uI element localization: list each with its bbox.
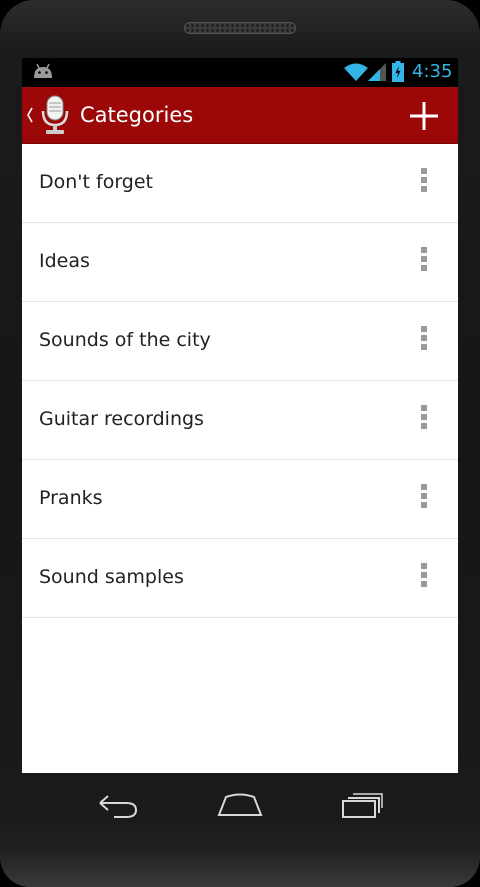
list-item[interactable]: Ideas: [22, 223, 458, 302]
list-item-label: Don't forget: [39, 171, 153, 193]
up-caret-icon[interactable]: [26, 106, 34, 124]
list-item-label: Ideas: [39, 250, 90, 272]
recent-apps-icon[interactable]: [340, 791, 384, 819]
list-item-label: Sound samples: [39, 566, 184, 588]
overflow-menu-icon[interactable]: [418, 561, 430, 595]
wifi-icon: [344, 63, 368, 81]
list-item-label: Sounds of the city: [39, 329, 211, 351]
phone-frame: 4:35 Categories Don't forget Ideas Sound…: [0, 0, 480, 887]
screen: 4:35 Categories Don't forget Ideas Sound…: [22, 58, 458, 773]
status-clock: 4:35: [412, 61, 453, 82]
navigation-bar: [0, 773, 480, 843]
list-item-label: Guitar recordings: [39, 408, 204, 430]
back-icon[interactable]: [96, 791, 140, 821]
category-list: Don't forget Ideas Sounds of the city Gu…: [22, 144, 458, 773]
signal-icon: [368, 63, 386, 81]
phone-bottom-edge: [0, 847, 480, 887]
plus-icon[interactable]: [402, 95, 446, 137]
action-bar: Categories: [22, 87, 458, 144]
home-icon[interactable]: [216, 791, 264, 819]
list-item[interactable]: Don't forget: [22, 144, 458, 223]
overflow-menu-icon[interactable]: [418, 482, 430, 516]
list-item[interactable]: Sound samples: [22, 539, 458, 618]
overflow-menu-icon[interactable]: [418, 166, 430, 200]
list-item[interactable]: Sounds of the city: [22, 302, 458, 381]
status-bar: 4:35: [22, 58, 458, 87]
overflow-menu-icon[interactable]: [418, 245, 430, 279]
battery-icon: [392, 61, 404, 82]
microphone-icon[interactable]: [40, 95, 70, 135]
list-item[interactable]: Pranks: [22, 460, 458, 539]
speaker-grille: [184, 22, 296, 34]
overflow-menu-icon[interactable]: [418, 324, 430, 358]
page-title: Categories: [80, 103, 194, 127]
android-icon: [34, 63, 52, 78]
list-item[interactable]: Guitar recordings: [22, 381, 458, 460]
list-item-label: Pranks: [39, 487, 103, 509]
overflow-menu-icon[interactable]: [418, 403, 430, 437]
